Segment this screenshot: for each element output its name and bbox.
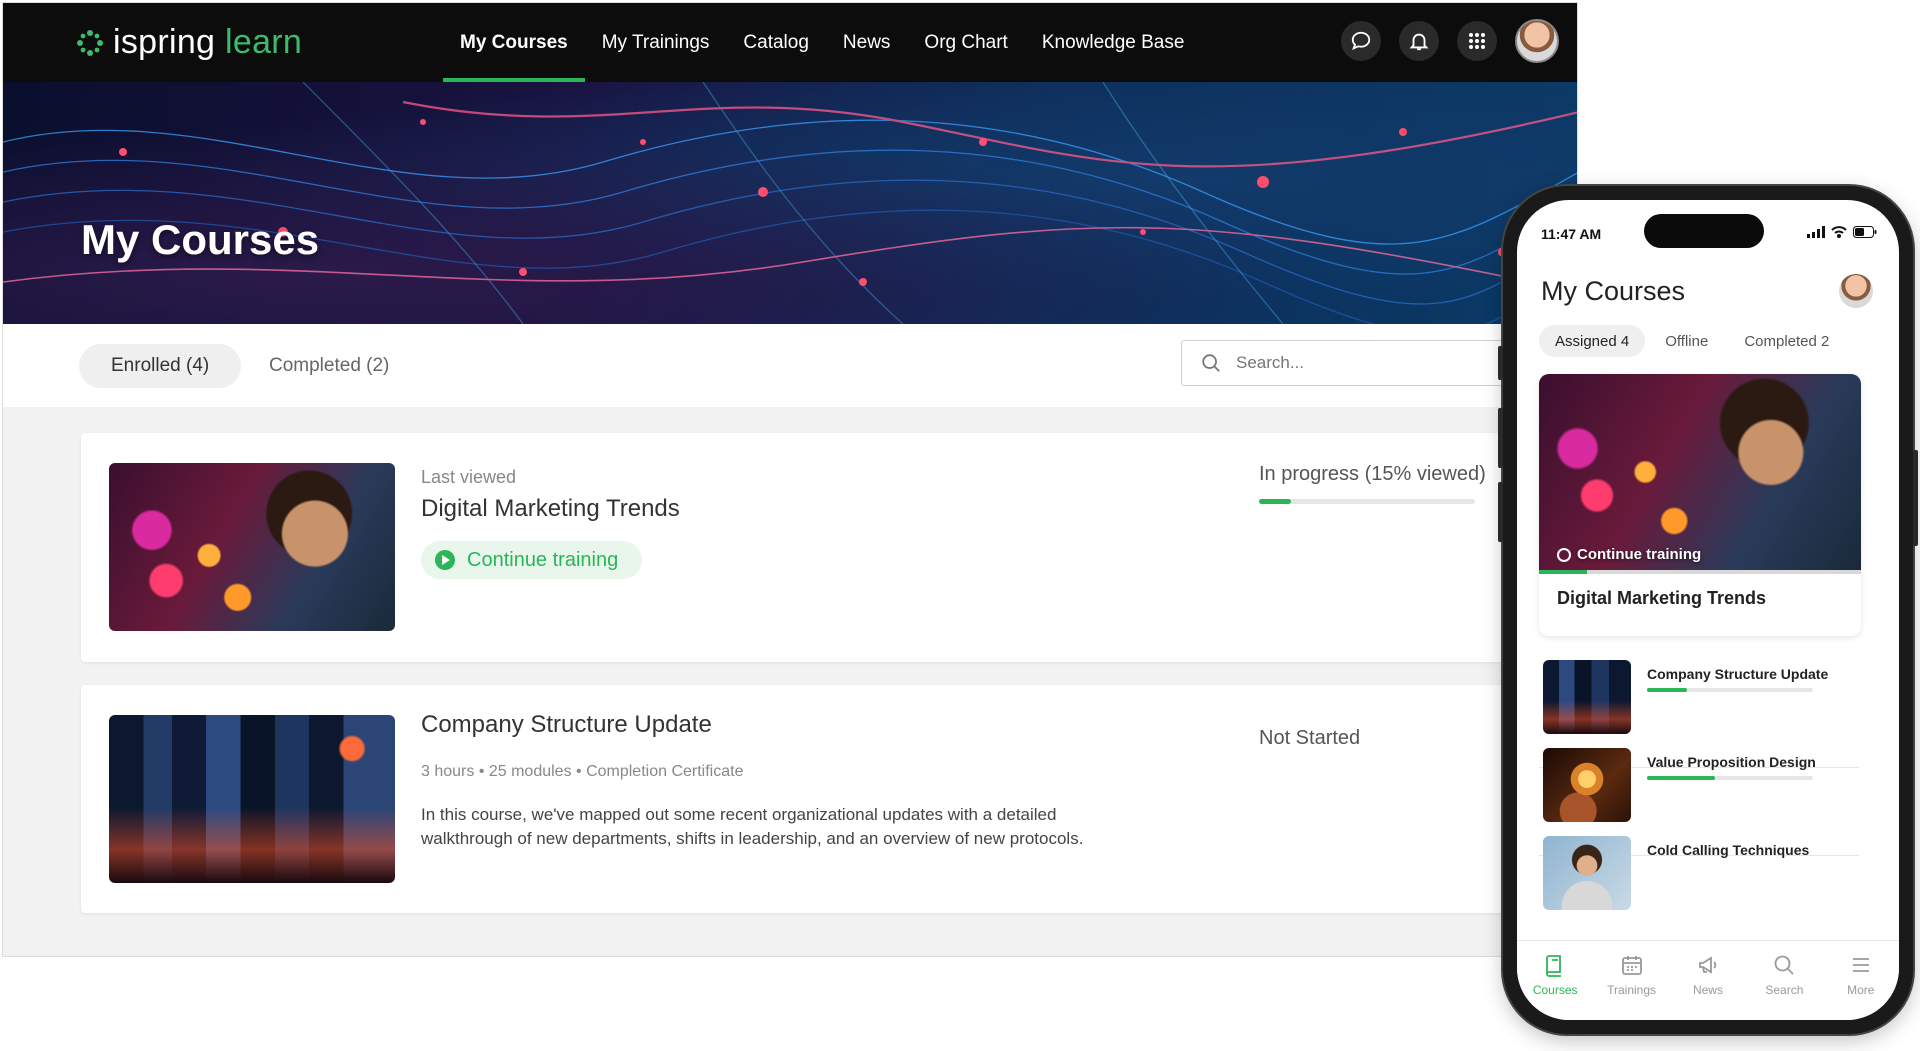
- menu-icon: [1852, 958, 1869, 972]
- phone-course-item[interactable]: Cold Calling Techniques: [1539, 836, 1859, 944]
- phone-course-progress: [1647, 688, 1813, 692]
- battery-icon: [1853, 226, 1877, 238]
- megaphone-icon: [1699, 956, 1717, 974]
- course-status: In progress (15% viewed): [1259, 463, 1486, 485]
- apps-button[interactable]: [1457, 21, 1497, 61]
- logo-text: ispring learn: [113, 23, 303, 61]
- phone-mockup: 11:47 AM My Courses Assigned 4 Offline C…: [1498, 186, 1918, 1034]
- phone-course-title: Value Proposition Design: [1647, 754, 1816, 770]
- course-thumbnail: [1543, 748, 1631, 822]
- phone-nav-label: News: [1692, 983, 1723, 997]
- last-viewed-label: Last viewed: [421, 467, 517, 487]
- main-nav: My Courses My Trainings Catalog News Org…: [443, 3, 1201, 82]
- featured-progress-fill: [1539, 570, 1588, 574]
- page-title: My Courses: [81, 216, 320, 263]
- nav-my-courses[interactable]: My Courses: [443, 3, 585, 82]
- search-input[interactable]: [1236, 353, 1536, 373]
- course-title[interactable]: Company Structure Update: [421, 711, 712, 739]
- desktop-window: ispring learn My Courses My Trainings Ca…: [2, 2, 1578, 957]
- phone-continue-label: Continue training: [1577, 546, 1702, 563]
- phone-course-progress: [1647, 776, 1813, 780]
- course-status: Not Started: [1259, 727, 1361, 749]
- ispring-logo-icon: [77, 29, 103, 56]
- continue-training-button[interactable]: Continue training: [421, 541, 643, 579]
- search-icon: [1774, 955, 1794, 975]
- nav-news[interactable]: News: [826, 3, 908, 82]
- top-navigation-bar: ispring learn My Courses My Trainings Ca…: [3, 3, 1577, 82]
- screenshot-stage: ispring learn My Courses My Trainings Ca…: [0, 0, 1920, 1051]
- phone-tab-assigned[interactable]: Assigned 4: [1539, 325, 1646, 357]
- featured-course-image: [1539, 374, 1861, 570]
- course-thumbnail[interactable]: [109, 715, 395, 883]
- calendar-icon: [1621, 956, 1642, 975]
- phone-tab-completed[interactable]: Completed 2: [1728, 325, 1845, 357]
- course-thumbnail: [1543, 660, 1631, 734]
- ispring-learn-logo[interactable]: ispring learn: [75, 23, 302, 62]
- phone-course-progress-fill: [1647, 776, 1716, 780]
- nav-knowledge-base[interactable]: Knowledge Base: [1025, 3, 1202, 82]
- phone-bottom-nav: Courses Trainings News Search More: [1517, 940, 1899, 1020]
- notifications-button[interactable]: [1399, 21, 1439, 61]
- phone-nav-trainings[interactable]: Trainings: [1600, 953, 1664, 1020]
- nav-my-trainings[interactable]: My Trainings: [585, 3, 727, 82]
- phone-time: 11:47 AM: [1541, 226, 1602, 242]
- course-card-digital-marketing[interactable]: Last viewed Digital Marketing Trends Con…: [81, 433, 1577, 662]
- phone-user-avatar[interactable]: [1839, 274, 1873, 308]
- phone-nav-label: More: [1847, 983, 1875, 997]
- featured-course-title: Digital Marketing Trends: [1557, 588, 1767, 608]
- tab-enrolled[interactable]: Enrolled (4): [79, 344, 242, 388]
- nav-actions: [1341, 19, 1559, 63]
- phone-continue-training[interactable]: Continue training: [1557, 546, 1701, 563]
- apps-grid-icon: [1469, 33, 1485, 49]
- hero-wave-graphic: [3, 82, 1577, 324]
- phone-nav-label: Search: [1765, 983, 1804, 997]
- phone-course-title: Company Structure Update: [1647, 666, 1829, 682]
- phone-nav-courses[interactable]: Courses: [1523, 953, 1587, 1020]
- phone-nav-label: Trainings: [1607, 983, 1657, 997]
- phone-nav-more[interactable]: More: [1829, 953, 1893, 1020]
- phone-nav-search[interactable]: Search: [1752, 953, 1816, 1020]
- book-icon: [1546, 955, 1562, 977]
- course-description: In this course, we've mapped out some re…: [421, 805, 1084, 848]
- play-circle-icon: [1557, 547, 1571, 562]
- phone-side-button: [1913, 450, 1918, 546]
- signal-icon: [1807, 226, 1825, 238]
- wifi-icon: [1831, 226, 1847, 238]
- phone-course-title: Cold Calling Techniques: [1647, 842, 1810, 858]
- bell-icon: [1409, 33, 1429, 51]
- play-icon: [435, 550, 455, 570]
- course-tabs-bar: Enrolled (4) Completed (2): [3, 324, 1577, 407]
- course-title[interactable]: Digital Marketing Trends: [421, 495, 680, 523]
- course-card-company-structure[interactable]: Company Structure Update 3 hours • 25 mo…: [81, 685, 1577, 913]
- user-avatar[interactable]: [1515, 19, 1559, 63]
- phone-tabs: Assigned 4 Offline Completed 2: [1539, 325, 1845, 357]
- nav-org-chart[interactable]: Org Chart: [907, 3, 1024, 82]
- phone-tab-offline[interactable]: Offline: [1649, 325, 1724, 357]
- phone-course-progress-fill: [1647, 688, 1687, 692]
- featured-progress-bar: [1539, 570, 1861, 574]
- hero-banner: My Courses: [3, 82, 1577, 324]
- chat-icon: [1351, 31, 1371, 51]
- phone-side-button: [1498, 482, 1503, 542]
- phone-side-button: [1498, 346, 1503, 380]
- phone-nav-news[interactable]: News: [1676, 953, 1740, 1020]
- course-thumbnail[interactable]: [109, 463, 395, 631]
- phone-page-title: My Courses: [1541, 276, 1686, 306]
- phone-screen: 11:47 AM My Courses Assigned 4 Offline C…: [1517, 200, 1899, 1020]
- continue-training-label: Continue training: [467, 548, 619, 571]
- search-icon: [1202, 354, 1220, 372]
- course-thumbnail: [1543, 836, 1631, 910]
- phone-nav-label: Courses: [1532, 983, 1578, 997]
- course-progress-bar: [1259, 499, 1475, 504]
- course-progress-fill: [1259, 499, 1292, 504]
- course-meta: 3 hours • 25 modules • Completion Certif…: [421, 763, 744, 780]
- nav-catalog[interactable]: Catalog: [726, 3, 826, 82]
- phone-featured-course[interactable]: Continue training Digital Marketing Tren…: [1539, 374, 1861, 636]
- phone-side-button: [1498, 408, 1503, 468]
- tab-completed[interactable]: Completed (2): [237, 344, 421, 388]
- dynamic-island: [1644, 214, 1764, 248]
- phone-status-icons: [1807, 226, 1877, 238]
- chat-button[interactable]: [1341, 21, 1381, 61]
